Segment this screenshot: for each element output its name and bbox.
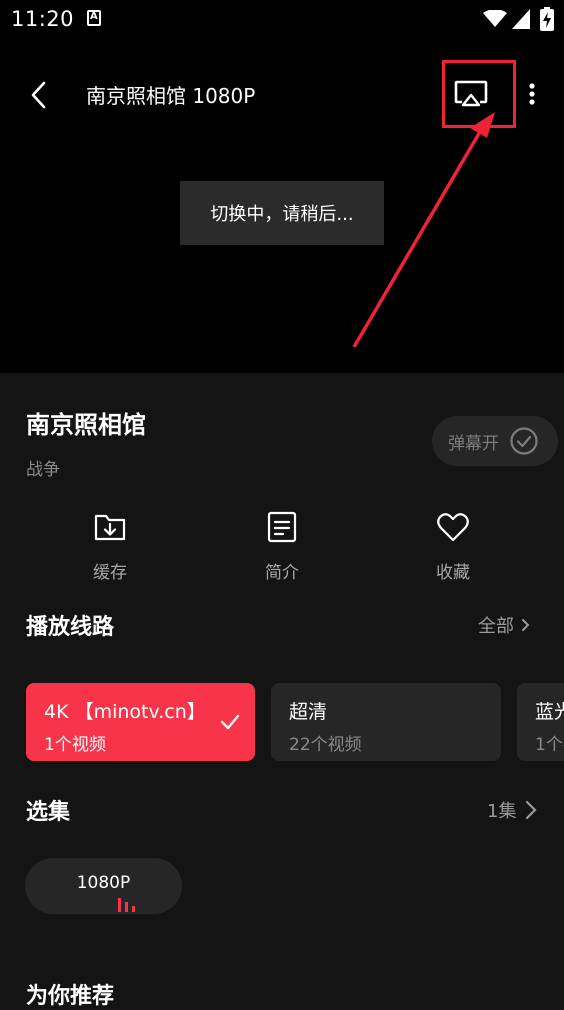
- chevron-right-icon: [526, 800, 538, 820]
- video-title: 南京照相馆 1080P: [86, 84, 256, 108]
- danmu-label: 弹幕开: [448, 433, 499, 454]
- line-card-hd[interactable]: 超清 22个视频: [271, 683, 501, 761]
- check-circle-icon: [510, 427, 538, 455]
- more-vertical-icon[interactable]: [520, 78, 544, 112]
- episodes-more-link[interactable]: 1集: [487, 797, 540, 823]
- cache-label: 缓存: [93, 563, 127, 583]
- episodes-section-title: 选集: [26, 800, 71, 825]
- signal-icon: [512, 9, 530, 29]
- download-folder-icon: [94, 514, 126, 541]
- heart-icon: [437, 513, 469, 542]
- line-card-count: 1个视频: [535, 735, 564, 755]
- chevron-right-icon: [522, 619, 530, 631]
- episode-chip[interactable]: 1080P: [25, 858, 182, 914]
- status-bar: 11:20 A: [0, 0, 564, 52]
- check-icon: [220, 714, 240, 730]
- episodes-more-label: 1集: [487, 801, 517, 822]
- intro-label: 简介: [265, 563, 299, 583]
- recommend-section-title: 为你推荐: [26, 984, 115, 1009]
- danmu-toggle[interactable]: 弹幕开: [432, 416, 558, 466]
- show-title: 南京照相馆: [26, 411, 146, 439]
- lines-section-title: 播放线路: [26, 615, 115, 640]
- intro-button[interactable]: 简介: [242, 510, 322, 583]
- playing-bars-icon: [118, 898, 135, 912]
- a-badge-icon: A: [87, 10, 101, 26]
- line-card-name: 4K 【minotv.cn】: [44, 701, 206, 723]
- line-card-count: 22个视频: [289, 735, 362, 755]
- line-card-bluray[interactable]: 蓝光 1个视频: [517, 683, 564, 761]
- favorite-button[interactable]: 收藏: [413, 510, 493, 583]
- line-card-4k[interactable]: 4K 【minotv.cn】 1个视频: [26, 683, 255, 761]
- wifi-icon: [483, 10, 507, 27]
- lines-more-link[interactable]: 全部: [478, 612, 534, 638]
- document-icon: [267, 511, 297, 543]
- back-arrow-icon[interactable]: [24, 80, 56, 112]
- favorite-label: 收藏: [436, 563, 470, 583]
- line-card-name: 蓝光: [535, 701, 564, 723]
- episode-label: 1080P: [76, 873, 131, 893]
- line-card-count: 1个视频: [44, 735, 106, 755]
- switching-toast: 切换中，请稍后...: [180, 181, 384, 245]
- lines-more-label: 全部: [478, 616, 514, 637]
- genre-label: 战争: [26, 460, 60, 480]
- battery-icon: [540, 7, 554, 31]
- annotation-highlight-box: [442, 60, 516, 128]
- line-card-name: 超清: [289, 701, 328, 723]
- cache-button[interactable]: 缓存: [70, 510, 150, 583]
- status-time: 11:20: [11, 7, 75, 31]
